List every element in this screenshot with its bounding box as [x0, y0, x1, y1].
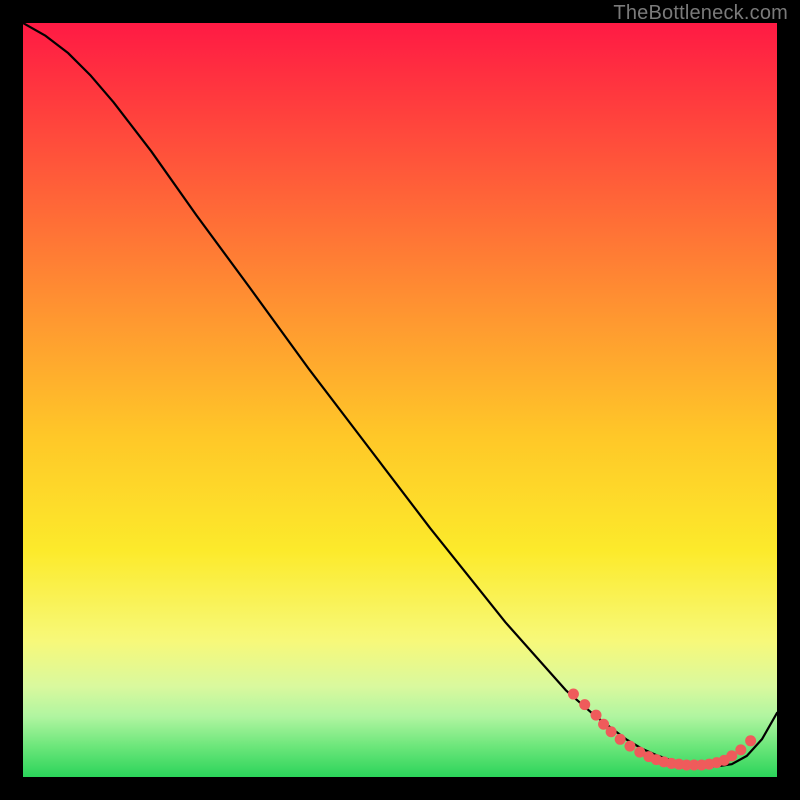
dots-group: [568, 689, 756, 771]
data-dot: [735, 744, 746, 755]
chart-stage: TheBottleneck.com: [0, 0, 800, 800]
watermark-label: TheBottleneck.com: [613, 2, 788, 25]
dots-layer: [23, 23, 777, 777]
data-dot: [606, 726, 617, 737]
plot-area: [23, 23, 777, 777]
data-dot: [726, 750, 737, 761]
data-dot: [745, 735, 756, 746]
data-dot: [579, 699, 590, 710]
data-dot: [568, 689, 579, 700]
data-dot: [615, 734, 626, 745]
data-dot: [591, 710, 602, 721]
data-dot: [624, 741, 635, 752]
